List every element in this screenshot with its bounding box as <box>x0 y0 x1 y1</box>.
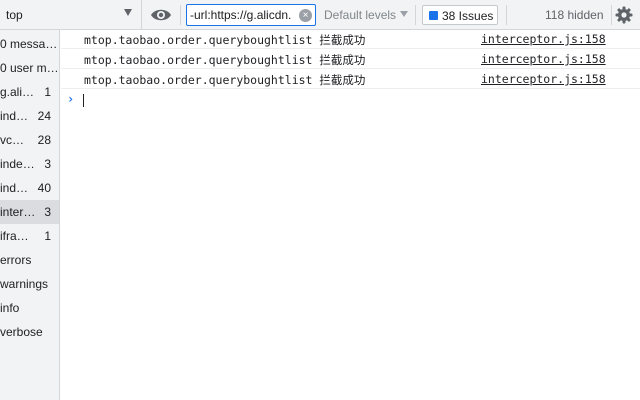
sidebar-item-source[interactable]: ind… 24 <box>0 104 59 128</box>
sidebar-item-info[interactable]: info <box>0 296 59 320</box>
sidebar-item-source[interactable]: ifra… 1 <box>0 224 59 248</box>
clear-icon[interactable]: × <box>299 9 312 22</box>
sidebar-item-count: 3 <box>44 205 51 219</box>
eye-icon[interactable] <box>150 7 172 23</box>
sidebar-item-count: 1 <box>44 85 51 99</box>
sidebar-item-label: inde… <box>0 157 35 171</box>
caret-down-icon <box>124 9 132 16</box>
sidebar-item-label: 0 user m… <box>0 61 59 75</box>
sidebar-item-source-selected[interactable]: inter… 3 <box>0 200 59 224</box>
sidebar-item-warnings[interactable]: warnings <box>0 272 59 296</box>
hidden-count: 118 hidden <box>545 8 604 22</box>
sidebar-item-errors[interactable]: errors <box>0 248 59 272</box>
sidebar-item-label: warnings <box>0 277 49 291</box>
sidebar-item-count: 1 <box>44 229 51 243</box>
sidebar-item-label: ind… <box>0 181 29 195</box>
context-select[interactable]: top <box>0 0 142 30</box>
sidebar-item-label: info <box>0 301 20 315</box>
issues-button[interactable]: 38 Issues <box>422 5 498 25</box>
console-message-source-link[interactable]: interceptor.js:158 <box>481 72 606 86</box>
text-cursor <box>83 94 84 107</box>
console-message: mtop.taobao.order.queryboughtlist 拦截成功 i… <box>61 70 640 89</box>
console-message-text: mtop.taobao.order.queryboughtlist 拦截成功 <box>84 73 366 87</box>
sidebar-item-verbose[interactable]: verbose <box>0 320 59 344</box>
caret-down-icon <box>400 11 408 17</box>
sidebar-item-label: ifra… <box>0 229 29 243</box>
console-message: mtop.taobao.order.queryboughtlist 拦截成功 i… <box>61 50 640 69</box>
console-output: mtop.taobao.order.queryboughtlist 拦截成功 i… <box>61 30 640 400</box>
console-message-text: mtop.taobao.order.queryboughtlist 拦截成功 <box>84 53 366 67</box>
sidebar-item-count: 3 <box>44 157 51 171</box>
console-sidebar: 0 messa… 0 user m… g.ali… 1 ind… 24 vc… … <box>0 30 60 400</box>
log-levels-dropdown[interactable]: Default levels <box>324 8 396 22</box>
sidebar-item-user-messages[interactable]: 0 user m… <box>0 56 59 80</box>
sidebar-item-label: vc… <box>0 133 24 147</box>
sidebar-item-label: ind… <box>0 109 29 123</box>
sidebar-item-source[interactable]: ind… 40 <box>0 176 59 200</box>
sidebar-item-label: verbose <box>0 325 43 339</box>
context-label: top <box>6 8 23 22</box>
issue-icon <box>429 11 438 20</box>
sidebar-item-messages[interactable]: 0 messa… <box>0 32 59 56</box>
prompt-chevron-icon: › <box>67 92 75 106</box>
console-message-source-link[interactable]: interceptor.js:158 <box>481 52 606 66</box>
filter-input[interactable]: -url:https://g.alicdn. × <box>186 4 316 26</box>
sidebar-item-source[interactable]: g.ali… 1 <box>0 80 59 104</box>
console-prompt[interactable]: › <box>61 90 640 110</box>
sidebar-item-label: errors <box>0 253 32 267</box>
sidebar-item-count: 40 <box>37 181 51 195</box>
console-message-text: mtop.taobao.order.queryboughtlist 拦截成功 <box>84 33 366 47</box>
sidebar-item-label: inter… <box>0 205 36 219</box>
sidebar-item-count: 28 <box>37 133 51 147</box>
console-message: mtop.taobao.order.queryboughtlist 拦截成功 i… <box>61 30 640 49</box>
issues-count: 38 Issues <box>442 9 494 23</box>
gear-icon[interactable] <box>615 6 633 24</box>
console-message-source-link[interactable]: interceptor.js:158 <box>481 32 606 46</box>
toolbar-divider <box>180 5 181 25</box>
sidebar-item-label: 0 messa… <box>0 37 58 51</box>
sidebar-item-label: g.ali… <box>0 85 35 99</box>
sidebar-item-count: 24 <box>37 109 51 123</box>
sidebar-item-source[interactable]: inde… 3 <box>0 152 59 176</box>
sidebar-item-source[interactable]: vc… 28 <box>0 128 59 152</box>
toolbar-divider <box>415 5 416 25</box>
toolbar-divider <box>611 5 612 25</box>
console-toolbar: top -url:https://g.alicdn. × Default lev… <box>0 0 640 30</box>
filter-input-value: -url:https://g.alicdn. <box>190 8 292 22</box>
toolbar-divider <box>506 5 507 25</box>
